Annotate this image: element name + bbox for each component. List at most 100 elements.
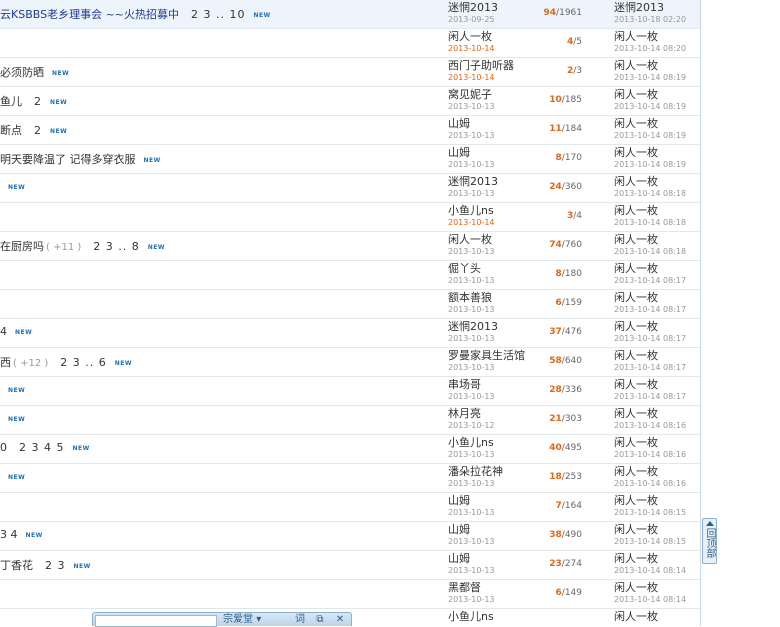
thread-list: 云KSBBS老乡理事会 ~~火热招募中 2 3 .. 10 NEW 迷惘2013 201… (0, 0, 701, 626)
last-post-time[interactable]: 2013-10-14 08:18 (614, 246, 700, 258)
chat-dropdown[interactable]: 宗爱堂 ▾ (223, 614, 275, 626)
thread-title[interactable]: 西( +12 ) 2 3 .. 6 NEW (0, 354, 440, 370)
thread-title[interactable] (0, 499, 440, 515)
last-post-time[interactable]: 2013-10-14 08:14 (614, 565, 700, 577)
thread-pages[interactable]: 2 (34, 95, 42, 108)
thread-pages[interactable]: 2 3 .. 8 (93, 240, 139, 253)
thread-title[interactable] (0, 267, 440, 283)
last-post-time[interactable]: 2013-10-14 08:17 (614, 333, 700, 345)
last-post-user[interactable]: 闲人一枚 (614, 378, 700, 391)
close-icon[interactable]: ✕ (333, 614, 347, 626)
back-to-top-button[interactable]: 回顶部 (702, 518, 717, 564)
last-post-time[interactable]: 2013-10-14 08:19 (614, 130, 700, 142)
last-post-time[interactable]: 2013-10-14 08:19 (614, 159, 700, 171)
last-post-time[interactable]: 2013-10-14 08:17 (614, 391, 700, 403)
last-post-user[interactable]: 闲人一枚 (614, 262, 700, 275)
thread-title[interactable] (0, 209, 440, 225)
last-post-user[interactable]: 闲人一枚 (614, 407, 700, 420)
thread-title[interactable]: 在厨房吗( +11 ) 2 3 .. 8 NEW (0, 238, 440, 254)
last-post-time[interactable]: 2013-10-14 08:17 (614, 304, 700, 316)
last-post: 闲人一枚 2013-10-14 08:15 (614, 523, 700, 550)
thread-pages[interactable]: 2 (34, 124, 42, 137)
last-post-time[interactable]: 2013-10-14 08:16 (614, 478, 700, 490)
last-post-time[interactable]: 2013-10-14 08:20 (614, 43, 700, 55)
reply-count: 24 (549, 182, 562, 192)
thread-row: 黑都督 2013-10-13 6/149 闲人一枚 2013-10-14 08:14 (0, 580, 700, 609)
last-post-time[interactable]: 2013-10-14 08:19 (614, 72, 700, 84)
reply-count: 11 (549, 124, 562, 134)
thread-title[interactable] (0, 35, 440, 51)
last-post-user[interactable]: 闲人一枚 (614, 581, 700, 594)
thread-pages[interactable]: 2 3 4 5 (19, 441, 64, 454)
last-post-user[interactable]: 闲人一枚 (614, 146, 700, 159)
thread-title[interactable]: NEW (0, 470, 440, 486)
last-post-user[interactable]: 闲人一枚 (614, 465, 700, 478)
thread-title[interactable]: 云KSBBS老乡理事会 ~~火热招募中 2 3 .. 10 NEW (0, 6, 440, 22)
thread-row: NEW 串场哥 2013-10-13 28/336 闲人一枚 2013-10-14 08:… (0, 377, 700, 406)
last-post-time[interactable]: 2013-10-14 08:15 (614, 536, 700, 548)
last-post-user[interactable]: 闲人一枚 (614, 204, 700, 217)
last-post-user[interactable]: 闲人一枚 (614, 610, 700, 623)
thread-stats: 74/760 (520, 240, 582, 250)
word-button[interactable]: 词 (293, 614, 307, 626)
last-post-time[interactable]: 2013-10-14 08:17 (614, 362, 700, 374)
thread-pages[interactable]: 2 3 (45, 559, 66, 572)
thread-title[interactable] (0, 586, 440, 602)
thread-title[interactable] (0, 296, 440, 312)
last-post-user[interactable]: 闲人一枚 (614, 233, 700, 246)
thread-title[interactable]: 断点 2 NEW (0, 122, 440, 138)
reply-count: 23 (549, 559, 562, 569)
view-count: 336 (564, 385, 582, 395)
copy-icon[interactable]: ⧉ (313, 614, 327, 626)
last-post-user[interactable]: 闲人一枚 (614, 523, 700, 536)
last-post-time[interactable]: 2013-10-14 08:18 (614, 188, 700, 200)
reply-count: 18 (549, 472, 562, 482)
view-count: 253 (564, 472, 582, 482)
thread-title[interactable]: NEW (0, 412, 440, 428)
view-count: 1961 (559, 8, 582, 18)
last-post-time[interactable]: 2013-10-14 08:17 (614, 275, 700, 287)
last-post-time[interactable]: 2013-10-14 08:14 (614, 594, 700, 606)
reply-count: 21 (549, 414, 562, 424)
view-count: 3 (576, 66, 582, 76)
thread-title[interactable]: NEW (0, 180, 440, 196)
last-post-time[interactable]: 2013-10-14 08:19 (614, 101, 700, 113)
last-post-user[interactable]: 闲人一枚 (614, 88, 700, 101)
last-post-user[interactable]: 闲人一枚 (614, 291, 700, 304)
thread-pages[interactable]: 2 3 .. 6 (60, 356, 106, 369)
last-post-user[interactable]: 闲人一枚 (614, 175, 700, 188)
last-post-time[interactable]: 2013-10-14 08:16 (614, 449, 700, 461)
thread-title[interactable]: 丁香花 2 3 NEW (0, 557, 440, 573)
last-post: 闲人一枚 2013-10-14 08:14 (614, 552, 700, 579)
last-post-user[interactable]: 闲人一枚 (614, 320, 700, 333)
thread-title[interactable]: 明天要降温了 记得多穿衣服 NEW (0, 151, 440, 167)
last-post-user[interactable]: 闲人一枚 (614, 349, 700, 362)
last-post-time[interactable]: 2013-10-18 02:20 (614, 14, 700, 26)
thread-title[interactable]: 0 2 3 4 5 NEW (0, 441, 440, 457)
thread-title[interactable]: NEW (0, 383, 440, 399)
last-post-user[interactable]: 闲人一枚 (614, 494, 700, 507)
new-badge: NEW (72, 444, 90, 452)
thread-row: 闲人一枚 2013-10-14 4/5 闲人一枚 2013-10-14 08:20 (0, 29, 700, 58)
last-post-time[interactable]: 2013-10-14 08:18 (614, 217, 700, 229)
last-post-time[interactable]: 2013-10-14 08:16 (614, 420, 700, 432)
arrow-up-icon (705, 521, 714, 526)
last-post-user[interactable]: 闲人一枚 (614, 30, 700, 43)
thread-title[interactable]: 必须防晒 NEW (0, 64, 440, 80)
thread-pages[interactable]: 2 3 .. 10 (191, 8, 245, 21)
thread-title[interactable]: 鱼儿 2 NEW (0, 93, 440, 109)
author-name[interactable]: 小鱼儿ns (448, 610, 558, 623)
last-post-user[interactable]: 迷惘2013 (614, 1, 700, 14)
last-post-user[interactable]: 闲人一枚 (614, 436, 700, 449)
new-badge: NEW (147, 243, 165, 251)
thread-title[interactable]: 4 NEW (0, 325, 440, 341)
thread-title[interactable]: 3 4 NEW (0, 528, 440, 544)
last-post-user[interactable]: 闲人一枚 (614, 552, 700, 565)
last-post-user[interactable]: 闲人一枚 (614, 117, 700, 130)
last-post: 闲人一枚 2013-10-14 08:16 (614, 436, 700, 463)
view-count: 149 (564, 588, 582, 598)
last-post-time[interactable]: 2013-10-14 08:15 (614, 507, 700, 519)
chat-input[interactable] (95, 615, 217, 627)
back-to-top-label: 回顶部 (704, 528, 715, 558)
last-post-user[interactable]: 闲人一枚 (614, 59, 700, 72)
